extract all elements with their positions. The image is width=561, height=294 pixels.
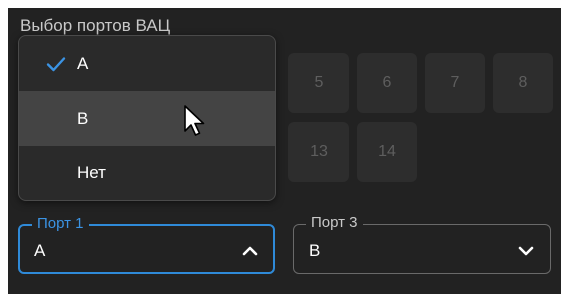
- port3-value: B: [309, 241, 321, 260]
- menu-item-a[interactable]: A: [19, 36, 275, 91]
- port3-legend: Порт 3: [306, 213, 363, 233]
- chevron-up-icon[interactable]: [240, 241, 260, 261]
- check-icon: [46, 56, 66, 71]
- port-button-7[interactable]: 7: [425, 53, 485, 113]
- port-button-label: 8: [518, 74, 528, 91]
- port-button-label: 5: [314, 74, 324, 91]
- port-button-label: 14: [378, 143, 396, 160]
- port1-value: A: [34, 241, 46, 260]
- port-button-8[interactable]: 8: [493, 53, 553, 113]
- port-button-6[interactable]: 6: [357, 53, 417, 113]
- chevron-down-icon[interactable]: [516, 241, 536, 261]
- menu-item-label: Нет: [77, 163, 106, 182]
- menu-item-label: A: [77, 53, 89, 73]
- menu-item-label: B: [77, 108, 89, 128]
- section-title: Выбор портов ВАЦ: [20, 16, 171, 35]
- port1-combobox[interactable]: Порт 1 A: [18, 214, 275, 274]
- port1-legend: Порт 1: [32, 214, 89, 234]
- mouse-pointer-icon: [184, 105, 205, 136]
- port-button-14[interactable]: 14: [357, 122, 417, 182]
- port-selection-panel: Выбор портов ВАЦ 5 6 7 8 13 14 A B Нет П…: [0, 0, 561, 294]
- menu-item-none[interactable]: Нет: [19, 146, 275, 200]
- port-button-5[interactable]: 5: [289, 53, 349, 113]
- port-button-label: 6: [382, 74, 392, 91]
- port-button-label: 7: [450, 74, 460, 91]
- port-button-label: 13: [310, 143, 328, 160]
- port-button-13[interactable]: 13: [289, 122, 349, 182]
- port-selection-group: Выбор портов ВАЦ 5 6 7 8 13 14 A B Нет П…: [8, 8, 561, 294]
- menu-item-b[interactable]: B: [19, 91, 275, 146]
- port3-combobox[interactable]: Порт 3 B: [293, 213, 551, 274]
- port1-dropdown-menu: A B Нет: [18, 35, 276, 201]
